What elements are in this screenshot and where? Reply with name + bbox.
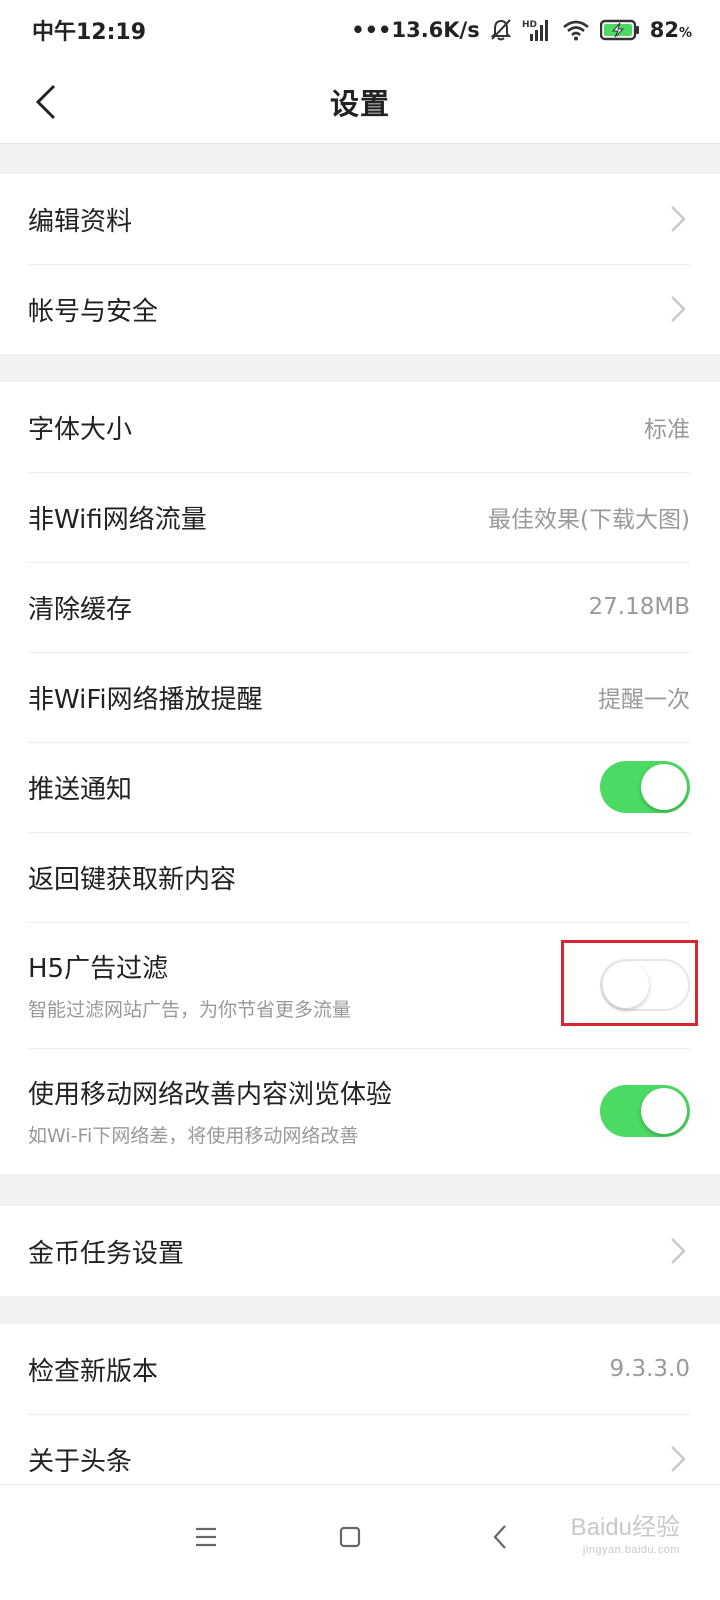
watermark-text: Baidu经验 (570, 1514, 680, 1541)
push-notify-label: 推送通知 (28, 774, 133, 805)
battery-charging-icon (599, 19, 640, 41)
non-wifi-traffic-label: 非Wifi网络流量 (28, 504, 207, 535)
non-wifi-traffic-value: 最佳效果(下载大图) (488, 507, 690, 533)
nav-bar: 设置 (0, 60, 720, 144)
toggle-knob (641, 764, 687, 810)
clear-cache-value: 27.18MB (588, 594, 690, 620)
about-label: 关于头条 (28, 1446, 133, 1477)
back-arrow-icon[interactable] (24, 80, 68, 124)
coin-task-label: 金币任务设置 (28, 1238, 185, 1269)
chevron-right-icon (670, 1445, 690, 1473)
home-square-icon[interactable] (328, 1515, 372, 1559)
push-notify-row: 推送通知 (0, 742, 720, 832)
status-icons: •••13.6K/s HD 82% (351, 18, 692, 42)
page-title: 设置 (329, 86, 390, 121)
font-size-label: 字体大小 (28, 414, 133, 445)
network-speed: •••13.6K/s (351, 18, 480, 42)
check-update-label: 检查新版本 (28, 1356, 159, 1387)
non-wifi-play-value: 提醒一次 (598, 687, 690, 713)
non-wifi-play-label: 非WiFi网络播放提醒 (28, 684, 263, 715)
svg-text:HD: HD (522, 20, 537, 30)
status-bar: 中午12:19 •••13.6K/s HD 82% (0, 0, 720, 60)
mobile-boost-sub: 如Wi-Fi下网络差，将使用移动网络改善 (28, 1125, 359, 1147)
chevron-right-icon (670, 205, 690, 233)
battery-unit: % (678, 26, 692, 41)
check-update-value: 9.3.3.0 (609, 1356, 690, 1382)
settings-group-profile: 编辑资料 帐号与安全 (0, 174, 720, 354)
battery-level: 82 (649, 18, 679, 42)
watermark: Baidu经验 jingyan.baidu.com (571, 1507, 680, 1556)
chevron-right-icon (670, 1237, 690, 1265)
mobile-boost-toggle[interactable] (600, 1085, 690, 1137)
back-refresh-row: 返回键获取新内容 (0, 832, 720, 922)
status-time: 中午12:19 (32, 20, 147, 45)
system-nav-bar: Baidu经验 jingyan.baidu.com (0, 1484, 720, 1600)
nav-back-icon[interactable] (478, 1515, 522, 1559)
settings-group-about: 检查新版本 9.3.3.0 关于头条 (0, 1324, 720, 1484)
font-size-value: 标准 (644, 417, 690, 443)
battery-percent: 82% (650, 18, 692, 42)
check-update-row[interactable]: 检查新版本 9.3.3.0 (0, 1324, 720, 1414)
toggle-knob (641, 1088, 687, 1134)
menu-icon[interactable] (184, 1515, 228, 1559)
h5-ad-filter-sub: 智能过滤网站广告，为你节省更多流量 (28, 999, 352, 1021)
non-wifi-traffic-row[interactable]: 非Wifi网络流量 最佳效果(下载大图) (0, 472, 720, 562)
edit-profile-row[interactable]: 编辑资料 (0, 174, 720, 264)
non-wifi-play-row[interactable]: 非WiFi网络播放提醒 提醒一次 (0, 652, 720, 742)
highlight-annotation (561, 940, 698, 1026)
about-row[interactable]: 关于头条 (0, 1414, 720, 1484)
back-refresh-label: 返回键获取新内容 (28, 864, 237, 895)
clear-cache-label: 清除缓存 (28, 594, 133, 625)
settings-group-coins: 金币任务设置 (0, 1206, 720, 1296)
mobile-boost-label: 使用移动网络改善内容浏览体验 (28, 1080, 393, 1110)
coin-task-row[interactable]: 金币任务设置 (0, 1206, 720, 1296)
font-size-row[interactable]: 字体大小 标准 (0, 382, 720, 472)
account-security-row[interactable]: 帐号与安全 (0, 264, 720, 354)
watermark-url: jingyan.baidu.com (582, 1544, 680, 1556)
signal-icon: HD (522, 18, 552, 42)
chevron-right-icon (670, 295, 690, 323)
push-notify-toggle[interactable] (600, 761, 690, 813)
edit-profile-label: 编辑资料 (28, 206, 133, 237)
settings-group-general: 字体大小 标准 非Wifi网络流量 最佳效果(下载大图) 清除缓存 27.18M… (0, 382, 720, 1174)
clear-cache-row[interactable]: 清除缓存 27.18MB (0, 562, 720, 652)
wifi-icon (562, 19, 590, 41)
mobile-boost-row: 使用移动网络改善内容浏览体验 如Wi-Fi下网络差，将使用移动网络改善 (0, 1048, 720, 1174)
mute-bell-icon (490, 18, 512, 42)
h5-ad-filter-label: H5广告过滤 (28, 954, 169, 984)
account-security-label: 帐号与安全 (28, 296, 159, 327)
